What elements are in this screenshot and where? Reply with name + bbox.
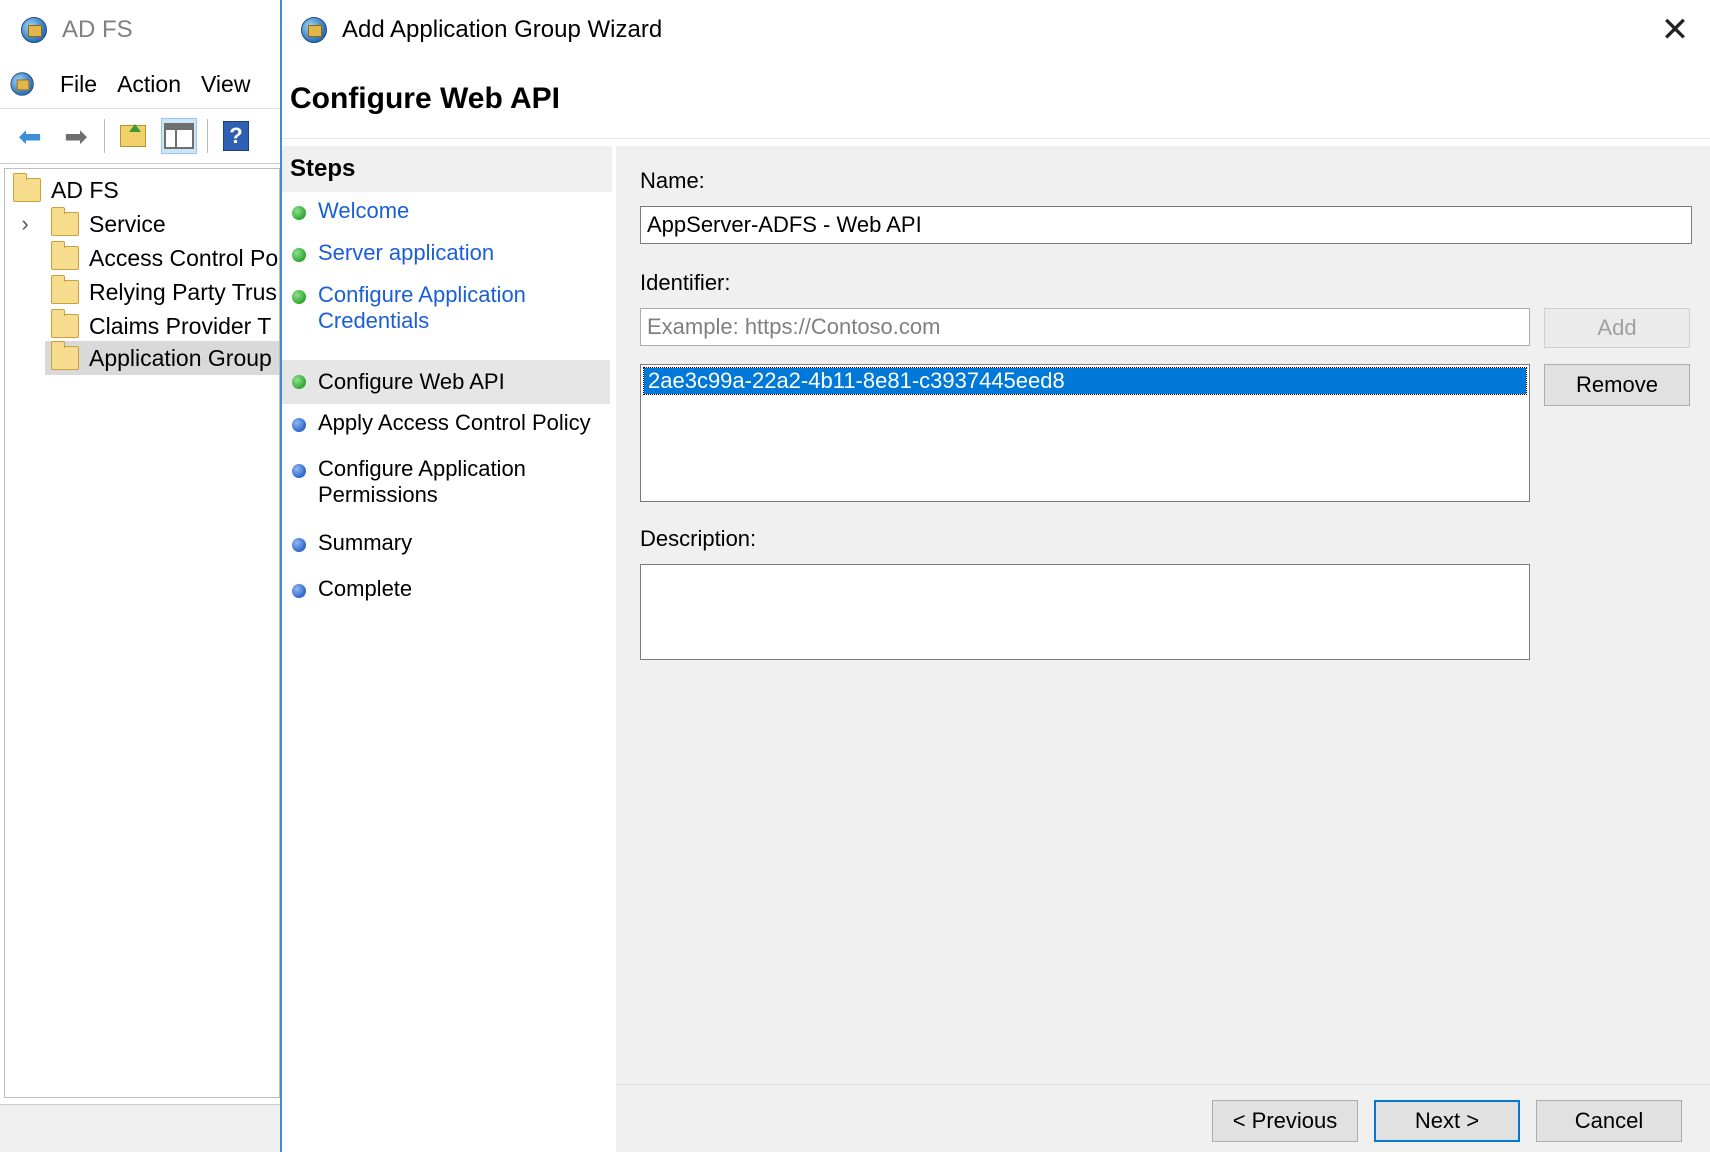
folder-icon — [51, 207, 79, 236]
step-label: Complete — [318, 576, 413, 601]
menu-view[interactable]: View — [201, 71, 250, 98]
tree-item-adfs[interactable]: AD FS — [13, 173, 119, 207]
folder-icon — [13, 173, 41, 202]
footer-divider — [616, 1084, 1710, 1085]
identifier-label: Identifier: — [640, 270, 731, 295]
remove-identifier-button[interactable]: Remove — [1544, 364, 1690, 406]
step-server-application[interactable]: Server application — [282, 240, 610, 266]
tree-item-label: Service — [89, 210, 166, 237]
step-label: Summary — [318, 530, 413, 555]
tree-item-access-control-policies[interactable]: Access Control Po — [51, 241, 278, 275]
step-complete: Complete — [282, 576, 610, 602]
adfs-app-icon — [298, 13, 332, 47]
tree-item-label: Claims Provider T — [89, 312, 272, 339]
step-configure-application-credentials[interactable]: Configure Application Credentials — [282, 282, 610, 334]
identifier-input[interactable]: Example: https://Contoso.com — [640, 308, 1530, 346]
close-icon[interactable]: ✕ — [1650, 8, 1700, 52]
step-pending-dot-icon — [292, 418, 306, 432]
step-configure-web-api: Configure Web API — [282, 360, 610, 404]
header-divider — [282, 138, 1710, 139]
step-pending-dot-icon — [292, 464, 306, 478]
mmc-window: AD FS File Action View ⬅ ➡ ? AD FS › Ser… — [0, 0, 282, 1152]
help-icon[interactable]: ? — [218, 118, 254, 154]
mmc-title: AD FS — [62, 16, 133, 43]
add-application-group-wizard: Add Application Group Wizard ✕ Configure… — [280, 0, 1710, 1152]
tree-item-application-groups[interactable]: Application Group — [45, 341, 279, 375]
previous-button[interactable]: < Previous — [1212, 1100, 1358, 1142]
description-label: Description: — [640, 526, 757, 551]
adfs-app-icon — [18, 13, 52, 47]
step-complete-dot-icon — [292, 248, 306, 262]
menu-file[interactable]: File — [60, 71, 97, 98]
step-label: Configure Application Credentials — [318, 282, 526, 333]
wizard-titlebar: Add Application Group Wizard — [282, 0, 1710, 60]
name-field[interactable]: AppServer-ADFS - Web API — [640, 206, 1692, 244]
step-label: Configure Web API — [318, 369, 505, 394]
folder-icon — [51, 341, 79, 370]
mmc-menubar: File Action View — [0, 62, 282, 106]
back-arrow-icon[interactable]: ⬅ — [12, 118, 48, 154]
menu-action[interactable]: Action — [117, 71, 181, 98]
content-pane: Name: AppServer-ADFS - Web API Identifie… — [616, 146, 1710, 1152]
wizard-title: Add Application Group Wizard — [342, 16, 663, 43]
mmc-system-menu-icon[interactable] — [8, 69, 39, 100]
chevron-right-icon[interactable]: › — [15, 211, 35, 237]
steps-header: Steps — [282, 146, 612, 192]
next-button[interactable]: Next > — [1374, 1100, 1520, 1142]
step-welcome[interactable]: Welcome — [282, 198, 610, 224]
step-complete-dot-icon — [292, 290, 306, 304]
tree-item-relying-party-trusts[interactable]: Relying Party Trus — [51, 275, 277, 309]
step-label: Apply Access Control Policy — [318, 410, 591, 435]
step-pending-dot-icon — [292, 538, 306, 552]
step-label: Configure Application Permissions — [318, 456, 526, 507]
up-one-level-icon[interactable] — [115, 118, 151, 154]
folder-icon — [51, 309, 79, 338]
mmc-toolbar: ⬅ ➡ ? — [0, 108, 282, 164]
step-summary: Summary — [282, 530, 610, 556]
toolbar-separator — [207, 119, 208, 153]
cancel-button[interactable]: Cancel — [1536, 1100, 1682, 1142]
tree-item-label: Access Control Po — [89, 244, 279, 271]
steps-pane: Steps Welcome Server application Configu… — [282, 146, 612, 1152]
forward-arrow-icon[interactable]: ➡ — [58, 118, 94, 154]
folder-icon — [51, 275, 79, 304]
step-current-dot-icon — [292, 375, 306, 389]
folder-icon — [51, 241, 79, 270]
name-label: Name: — [640, 168, 705, 193]
toolbar-separator — [104, 119, 105, 153]
identifier-list-item[interactable]: 2ae3c99a-22a2-4b11-8e81-c3937445eed8 — [643, 367, 1527, 395]
mmc-statusbar — [0, 1104, 282, 1152]
add-identifier-button[interactable]: Add — [1544, 308, 1690, 348]
description-field[interactable] — [640, 564, 1530, 660]
tree-item-label: AD FS — [51, 176, 119, 203]
show-hide-console-tree-icon[interactable] — [161, 118, 197, 154]
step-complete-dot-icon — [292, 206, 306, 220]
page-title: Configure Web API — [290, 82, 560, 115]
step-label: Server application — [318, 240, 495, 265]
step-configure-application-permissions: Configure Application Permissions — [282, 456, 610, 508]
step-apply-access-control-policy: Apply Access Control Policy — [282, 410, 610, 436]
step-pending-dot-icon — [292, 584, 306, 598]
mmc-titlebar: AD FS — [0, 0, 282, 60]
identifier-list[interactable]: 2ae3c99a-22a2-4b11-8e81-c3937445eed8 — [640, 364, 1530, 502]
step-label: Welcome — [318, 198, 410, 223]
tree-item-label: Application Group — [89, 344, 272, 371]
console-tree: AD FS › Service Access Control Po Relyin… — [4, 168, 280, 1098]
tree-item-claims-provider-trusts[interactable]: Claims Provider T — [51, 309, 271, 343]
tree-item-label: Relying Party Trus — [89, 278, 277, 305]
tree-item-service[interactable]: › Service — [15, 207, 166, 241]
